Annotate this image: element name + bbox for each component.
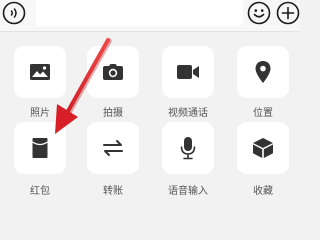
favorites-button[interactable] bbox=[237, 122, 289, 174]
camera-button[interactable] bbox=[87, 46, 139, 98]
red-packet-icon bbox=[32, 138, 48, 158]
video-call-button[interactable] bbox=[162, 46, 214, 98]
emoji-icon bbox=[247, 1, 271, 25]
video-call-icon bbox=[177, 65, 199, 79]
video-call-label: 视频通话 bbox=[168, 108, 208, 119]
red-packet-button[interactable] bbox=[14, 122, 66, 174]
location-icon bbox=[255, 61, 271, 83]
voice-icon bbox=[2, 1, 26, 25]
plus-icon bbox=[276, 1, 300, 25]
location-label: 位置 bbox=[253, 108, 273, 119]
location-button[interactable] bbox=[237, 46, 289, 98]
transfer-button[interactable] bbox=[87, 122, 139, 174]
voice-input-button[interactable] bbox=[162, 122, 214, 174]
message-input[interactable] bbox=[36, 0, 243, 26]
photo-button[interactable] bbox=[14, 46, 66, 98]
emoji-button[interactable] bbox=[247, 1, 271, 25]
camera-icon bbox=[103, 64, 123, 80]
photo-label: 照片 bbox=[30, 108, 50, 119]
microphone-icon bbox=[180, 137, 196, 160]
voice-button[interactable] bbox=[2, 1, 26, 25]
camera-label: 拍摄 bbox=[103, 108, 123, 119]
chat-input-bar bbox=[0, 0, 300, 32]
favorites-icon bbox=[253, 138, 273, 158]
voice-input-label: 语音输入 bbox=[168, 186, 208, 197]
transfer-label: 转账 bbox=[103, 186, 123, 197]
red-packet-label: 红包 bbox=[30, 186, 50, 197]
transfer-icon bbox=[103, 140, 123, 156]
favorites-label: 收藏 bbox=[253, 186, 273, 197]
photo-icon bbox=[30, 64, 50, 80]
more-functions-button[interactable] bbox=[276, 1, 300, 25]
